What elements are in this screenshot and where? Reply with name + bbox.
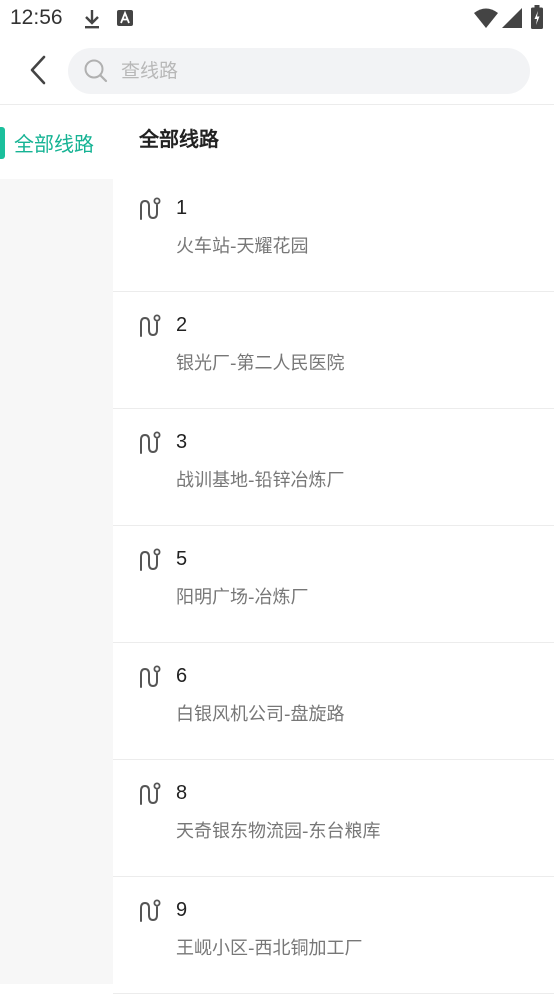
route-stops: 天奇银东物流园-东台粮库 — [176, 821, 381, 842]
chevron-left-icon — [30, 55, 46, 85]
route-icon — [140, 899, 161, 922]
back-button[interactable] — [18, 50, 58, 90]
route-stops: 银光厂-第二人民医院 — [176, 353, 345, 374]
battery-icon — [531, 5, 543, 29]
route-number: 6 — [176, 665, 188, 687]
route-item[interactable]: 2 银光厂-第二人民医院 — [113, 292, 554, 409]
route-item[interactable]: 9 王岘小区-西北铜加工厂 — [113, 877, 554, 994]
search-icon — [84, 59, 108, 83]
route-number: 8 — [176, 782, 188, 804]
route-list: 1 火车站-天耀花园 2 银光厂-第二人民医院 3 战训基地-铅锌冶炼厂 5 阳… — [113, 175, 554, 994]
section-title: 全部线路 — [139, 127, 219, 151]
top-bar — [0, 36, 554, 104]
sidebar-item-all-routes[interactable]: 全部线路 — [0, 105, 113, 179]
route-icon — [140, 197, 161, 220]
search-box[interactable] — [68, 48, 530, 94]
route-stops: 战训基地-铅锌冶炼厂 — [176, 470, 345, 491]
route-number: 2 — [176, 314, 188, 336]
signal-icon — [502, 8, 522, 28]
route-item[interactable]: 6 白银风机公司-盘旋路 — [113, 643, 554, 760]
route-item[interactable]: 8 天奇银东物流园-东台粮库 — [113, 760, 554, 877]
sidebar-item-label: 全部线路 — [14, 131, 94, 156]
route-item[interactable]: 3 战训基地-铅锌冶炼厂 — [113, 409, 554, 526]
route-number: 9 — [176, 899, 188, 921]
route-number: 1 — [176, 197, 188, 219]
sidebar: 全部线路 — [0, 105, 113, 984]
route-icon — [140, 431, 161, 454]
status-time: 12:56 — [10, 6, 63, 29]
route-stops: 白银风机公司-盘旋路 — [176, 704, 345, 725]
route-item[interactable]: 1 火车站-天耀花园 — [113, 175, 554, 292]
search-input[interactable] — [119, 59, 503, 83]
route-number: 3 — [176, 431, 188, 453]
route-icon — [140, 782, 161, 805]
route-icon — [140, 314, 161, 337]
selected-indicator — [0, 127, 5, 159]
route-stops: 火车站-天耀花园 — [176, 236, 309, 257]
route-number: 5 — [176, 548, 188, 570]
status-bar: 12:56 — [0, 0, 554, 36]
route-icon — [140, 665, 161, 688]
route-item[interactable]: 5 阳明广场-冶炼厂 — [113, 526, 554, 643]
main-content: 全部线路 1 火车站-天耀花园 2 银光厂-第二人民医院 3 战训基地-铅锌冶炼… — [113, 105, 554, 994]
app-notification-icon — [117, 10, 133, 26]
wifi-icon — [474, 8, 498, 28]
route-stops: 阳明广场-冶炼厂 — [176, 587, 309, 608]
download-icon — [85, 10, 99, 29]
route-icon — [140, 548, 161, 571]
route-stops: 王岘小区-西北铜加工厂 — [176, 938, 363, 959]
